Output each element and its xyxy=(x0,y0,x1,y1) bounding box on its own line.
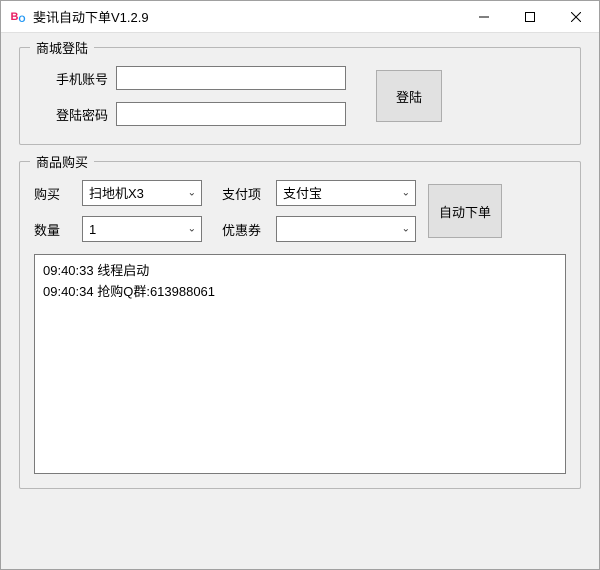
buy-label: 购买 xyxy=(34,184,78,203)
purchase-fieldset: 商品购买 购买 扫地机X3 ⌄ 数量 xyxy=(19,161,581,489)
login-fieldset: 商城登陆 手机账号 登陆密码 登陆 xyxy=(19,47,581,145)
quantity-select[interactable]: 1 xyxy=(82,216,202,242)
close-button[interactable] xyxy=(553,1,599,33)
app-window: BO 斐讯自动下单V1.2.9 商城登陆 手机账号 xyxy=(0,0,600,570)
password-input[interactable] xyxy=(116,102,346,126)
maximize-button[interactable] xyxy=(507,1,553,33)
coupon-select[interactable] xyxy=(276,216,416,242)
password-label: 登陆密码 xyxy=(38,105,108,124)
buy-select[interactable]: 扫地机X3 xyxy=(82,180,202,206)
phone-label: 手机账号 xyxy=(38,69,108,88)
coupon-label: 优惠券 xyxy=(222,220,272,239)
purchase-legend: 商品购买 xyxy=(30,152,94,171)
maximize-icon xyxy=(525,12,535,22)
app-icon: BO xyxy=(9,8,27,26)
log-textarea[interactable]: 09:40:33 线程启动 09:40:34 抢购Q群:613988061 xyxy=(34,254,566,474)
quantity-label: 数量 xyxy=(34,220,78,239)
titlebar: BO 斐讯自动下单V1.2.9 xyxy=(1,1,599,33)
payment-select[interactable]: 支付宝 xyxy=(276,180,416,206)
login-button-label: 登陆 xyxy=(396,87,422,106)
content-area: 商城登陆 手机账号 登陆密码 登陆 商品购买 xyxy=(1,33,599,569)
titlebar-controls xyxy=(461,1,599,33)
minimize-icon xyxy=(479,12,489,22)
auto-order-button-label: 自动下单 xyxy=(439,202,491,221)
close-icon xyxy=(571,12,581,22)
auto-order-button[interactable]: 自动下单 xyxy=(428,184,502,238)
login-button[interactable]: 登陆 xyxy=(376,70,442,122)
payment-label: 支付项 xyxy=(222,184,272,203)
phone-input[interactable] xyxy=(116,66,346,90)
window-title: 斐讯自动下单V1.2.9 xyxy=(33,7,461,26)
minimize-button[interactable] xyxy=(461,1,507,33)
login-legend: 商城登陆 xyxy=(30,38,94,57)
